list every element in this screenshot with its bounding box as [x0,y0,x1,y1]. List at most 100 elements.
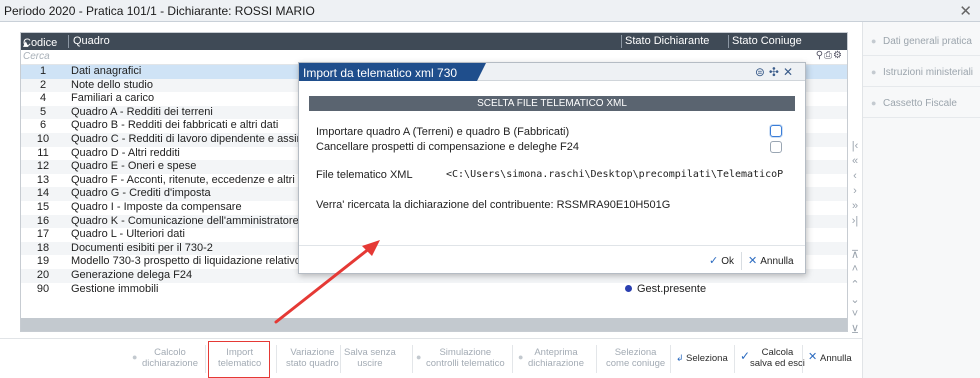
row-quadro: Quadro C - Redditi di lavoro dipendente … [71,132,306,145]
notice-text: Verra' ricercata la dichiarazione del co… [316,199,671,211]
check-icon: ✓ [740,349,751,363]
bullet-icon: ● [871,36,877,46]
scroll-bottom-icon[interactable]: ⊻ [848,323,862,338]
window-titlebar: Periodo 2020 - Pratica 101/1 - Dichiaran… [0,0,980,22]
import-xml-dialog: Import da telematico xml 730 ⊜✣✕ SCELTA … [298,62,806,274]
annulla-toolbar-button[interactable]: ✕ Annulla [808,352,852,365]
row-code: 90 [36,282,50,295]
bullet-icon: ● [518,352,524,362]
option-import-checkbox[interactable] [770,125,782,137]
row-quadro: Quadro G - Crediti d'imposta [71,187,211,200]
simulazione-controlli-button[interactable]: ● Simulazione controlli telematico [416,347,505,369]
row-code: 17 [36,228,50,241]
row-quadro: Note dello studio [71,78,153,91]
select-icon: ↲ [676,353,684,363]
side-item-cassetto-fiscale[interactable]: ● Cassetto Fiscale [863,90,980,118]
import-highlight-box [208,341,270,378]
ok-button[interactable]: ✓ Ok [709,252,734,270]
first-page-icon[interactable]: |‹ [848,140,862,155]
row-quadro: Generazione delega F24 [71,268,193,281]
scroll-page-up-icon[interactable]: ˄ [848,263,862,278]
row-code: 4 [39,92,47,105]
next-page-icon[interactable]: » [848,200,862,215]
row-quadro: Familiari a carico [71,92,155,105]
salva-senza-uscire-button[interactable]: Salva senza uscire [344,347,396,369]
last-page-icon[interactable]: ›| [848,215,862,230]
scroll-up-icon[interactable]: ⌃ [848,278,862,293]
window-title: Periodo 2020 - Pratica 101/1 - Dichiaran… [4,4,315,18]
row-code: 6 [39,119,47,132]
calcolo-dichiarazione-button[interactable]: ● Calcolo dichiarazione [132,347,198,369]
status-dot-icon [625,284,632,292]
row-quadro: Quadro A - Redditi dei terreni [71,105,213,118]
pin-icon[interactable]: ⊜ [755,65,769,79]
row-code: 20 [36,268,50,281]
dialog-tools: ⊜✣✕ [755,65,797,79]
grid-header: Codice ▴ Quadro Stato Dichiarante Stato … [21,33,847,50]
grid-tool-icons[interactable]: ⚲⎙⚙ [816,50,843,61]
row-code: 11 [37,146,49,159]
row-quadro: Documenti esibiti per il 730-2 [71,241,213,254]
row-code: 14 [36,187,50,200]
prev-icon[interactable]: ‹ [848,170,862,185]
search-input[interactable]: Cerca [23,51,50,62]
row-code: 19 [36,255,50,268]
gear-icon[interactable]: ⚙ [833,50,843,61]
prev-page-icon[interactable]: « [848,155,862,170]
side-item-dati-generali[interactable]: ● Dati generali pratica [863,28,980,56]
table-row[interactable]: 90 Gestione immobili Gest.presente [21,283,847,297]
file-label: File telematico XML [316,169,413,181]
dialog-close-icon[interactable]: ✕ [783,65,797,79]
bullet-icon: ● [871,98,877,108]
row-stato: Gest.presente [625,283,706,297]
side-panel: ● Dati generali pratica ● Istruzioni min… [862,22,980,378]
seleziona-coniuge-button[interactable]: Seleziona come coniuge [606,347,665,369]
row-quadro: Quadro I - Imposte da compensare [71,200,242,213]
row-code: 13 [36,173,50,186]
bullet-icon: ● [416,352,422,362]
expand-icon[interactable]: ✣ [769,65,783,79]
dialog-titlebar: Import da telematico xml 730 ⊜✣✕ [299,63,805,81]
sort-asc-icon: ▴ [23,38,29,50]
search-icon[interactable]: ⚲ [816,50,824,61]
scroll-down-icon[interactable]: ⌄ [848,293,862,308]
scroll-page-down-icon[interactable]: ˅ [848,308,862,323]
row-quadro: Dati anagrafici [71,65,142,77]
x-icon: ✕ [808,351,818,363]
row-quadro: Quadro D - Altri redditi [71,146,180,159]
calcola-salva-button[interactable]: ✓ Calcola salva ed esci [740,347,805,369]
grid-footer-bar [21,318,847,331]
annulla-button[interactable]: ✕ Annulla [741,252,794,270]
variazione-stato-button[interactable]: Variazione stato quadro [286,347,339,369]
x-icon: ✕ [748,255,758,267]
close-icon[interactable]: ✕ [959,2,972,20]
row-code: 5 [39,105,47,118]
row-quadro: Quadro F - Acconti, ritenute, eccedenze … [71,173,304,186]
side-item-istruzioni[interactable]: ● Istruzioni ministeriali [863,59,980,87]
section-header: SCELTA FILE TELEMATICO XML [309,96,795,111]
row-code: 1 [39,65,47,77]
print-icon[interactable]: ⎙ [824,50,833,61]
row-code: 12 [36,160,50,173]
file-path-field[interactable]: <C:\Users\simona.raschi\Desktop\precompi… [446,167,784,183]
grid-scroll-arrows: ⊼ ˄ ⌃ ⌄ ˅ ⊻ [848,248,862,338]
row-code: 18 [36,241,50,254]
anteprima-dichiarazione-button[interactable]: ● Anteprima dichiarazione [518,347,584,369]
column-stato-dichiarante[interactable]: Stato Dichiarante [625,35,709,47]
row-code: 2 [39,78,47,91]
dialog-title: Import da telematico xml 730 [299,63,487,81]
option-cancel-checkbox[interactable] [770,141,782,153]
row-code: 10 [36,132,50,145]
column-quadro[interactable]: Quadro [73,35,110,47]
column-stato-coniuge[interactable]: Stato Coniuge [732,35,802,47]
bottom-toolbar: ● Calcolo dichiarazione Import telematico… [0,338,862,378]
next-icon[interactable]: › [848,185,862,200]
option-import-label: Importare quadro A (Terreni) e quadro B … [316,126,570,138]
seleziona-button[interactable]: ↲ Seleziona [676,353,728,364]
bullet-icon: ● [871,67,877,77]
bullet-icon: ● [132,352,138,362]
row-quadro: Quadro E - Oneri e spese [71,160,197,173]
row-quadro: Gestione immobili [71,282,159,295]
grid-nav-arrows: |‹ « ‹ › » ›| [848,140,862,230]
scroll-top-icon[interactable]: ⊼ [848,248,862,263]
